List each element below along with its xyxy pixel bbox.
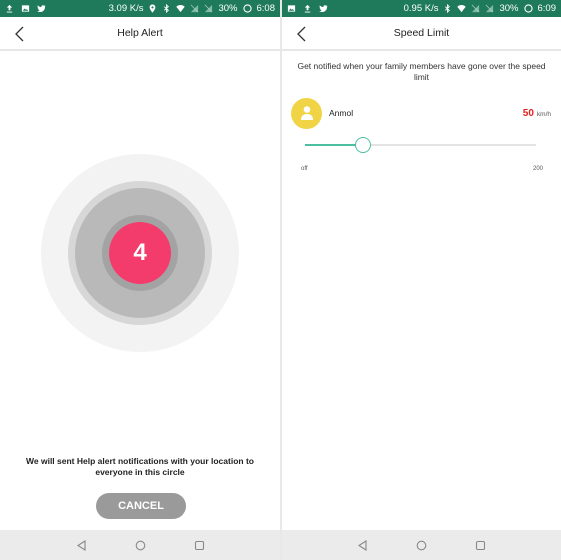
member-name: Anmol: [329, 108, 354, 118]
slider-thumb[interactable]: [354, 137, 371, 153]
twitter-icon: [37, 5, 46, 13]
battery-icon: [242, 4, 252, 13]
square-recents-icon: [194, 540, 204, 550]
page-title: Help Alert: [117, 27, 163, 39]
speed-limit-description: Get notified when your family members ha…: [297, 61, 546, 82]
upload-icon: [304, 4, 311, 13]
app-bar: Speed Limit: [282, 17, 561, 51]
no-sim-icon: [486, 4, 494, 13]
nav-recents-button[interactable]: [474, 538, 488, 552]
nav-home-button[interactable]: [415, 538, 429, 552]
no-sim-icon: [191, 4, 199, 13]
countdown-number: 4: [109, 222, 171, 284]
no-sim-icon: [205, 4, 213, 13]
app-bar: Help Alert: [0, 17, 280, 51]
bluetooth-icon: [445, 4, 451, 13]
slider-min-label: off: [301, 166, 308, 172]
back-icon[interactable]: [295, 26, 309, 42]
nav-recents-button[interactable]: [192, 538, 206, 552]
network-speed: 3.09 K/s: [108, 3, 144, 14]
battery-percent: 30%: [218, 3, 238, 14]
person-icon: [300, 106, 313, 120]
triangle-back-icon: [76, 539, 86, 551]
battery-percent: 30%: [499, 3, 519, 14]
battery-icon: [523, 4, 533, 13]
avatar: [291, 97, 322, 129]
clock: 6:08: [256, 3, 276, 14]
image-icon: [21, 5, 30, 12]
nav-back-button[interactable]: [74, 538, 88, 552]
no-sim-icon: [472, 4, 480, 13]
cancel-button[interactable]: CANCEL: [96, 493, 186, 519]
speed-limit-slider[interactable]: [305, 137, 536, 153]
speed-number: 50: [522, 107, 534, 119]
nav-back-button[interactable]: [356, 538, 370, 552]
triangle-back-icon: [357, 539, 367, 551]
alert-countdown: 4: [41, 154, 239, 352]
member-row[interactable]: Anmol 50 km/h: [291, 97, 551, 129]
status-bar: 3.09 K/s 30% 6:08: [0, 0, 280, 17]
circle-home-icon: [416, 540, 427, 550]
square-recents-icon: [475, 540, 486, 550]
system-nav-bar: [282, 530, 561, 560]
system-nav-bar: [0, 530, 280, 560]
wifi-icon: [457, 5, 467, 13]
help-alert-screen: 3.09 K/s 30% 6:08 Help Alert 4 We will s…: [0, 0, 280, 560]
back-icon[interactable]: [13, 26, 27, 42]
bluetooth-icon: [164, 4, 170, 13]
wifi-icon: [176, 5, 186, 13]
nav-home-button[interactable]: [133, 538, 147, 552]
upload-icon: [6, 4, 13, 13]
network-speed: 0.95 K/s: [403, 3, 439, 14]
image-icon: [287, 5, 296, 12]
clock: 6:09: [537, 3, 557, 14]
page-title: Speed Limit: [393, 27, 450, 39]
help-alert-message: We will sent Help alert notifications wi…: [26, 456, 254, 477]
location-icon: [150, 4, 156, 13]
status-bar: 0.95 K/s 30% 6:09: [282, 0, 561, 17]
twitter-icon: [319, 5, 328, 13]
slider-max-label: 200: [532, 166, 543, 172]
circle-home-icon: [135, 540, 145, 550]
speed-limit-screen: 0.95 K/s 30% 6:09 Speed Limit Get notifi…: [282, 0, 561, 560]
speed-limit-value: 50 km/h: [523, 108, 551, 119]
speed-unit: km/h: [536, 110, 551, 118]
